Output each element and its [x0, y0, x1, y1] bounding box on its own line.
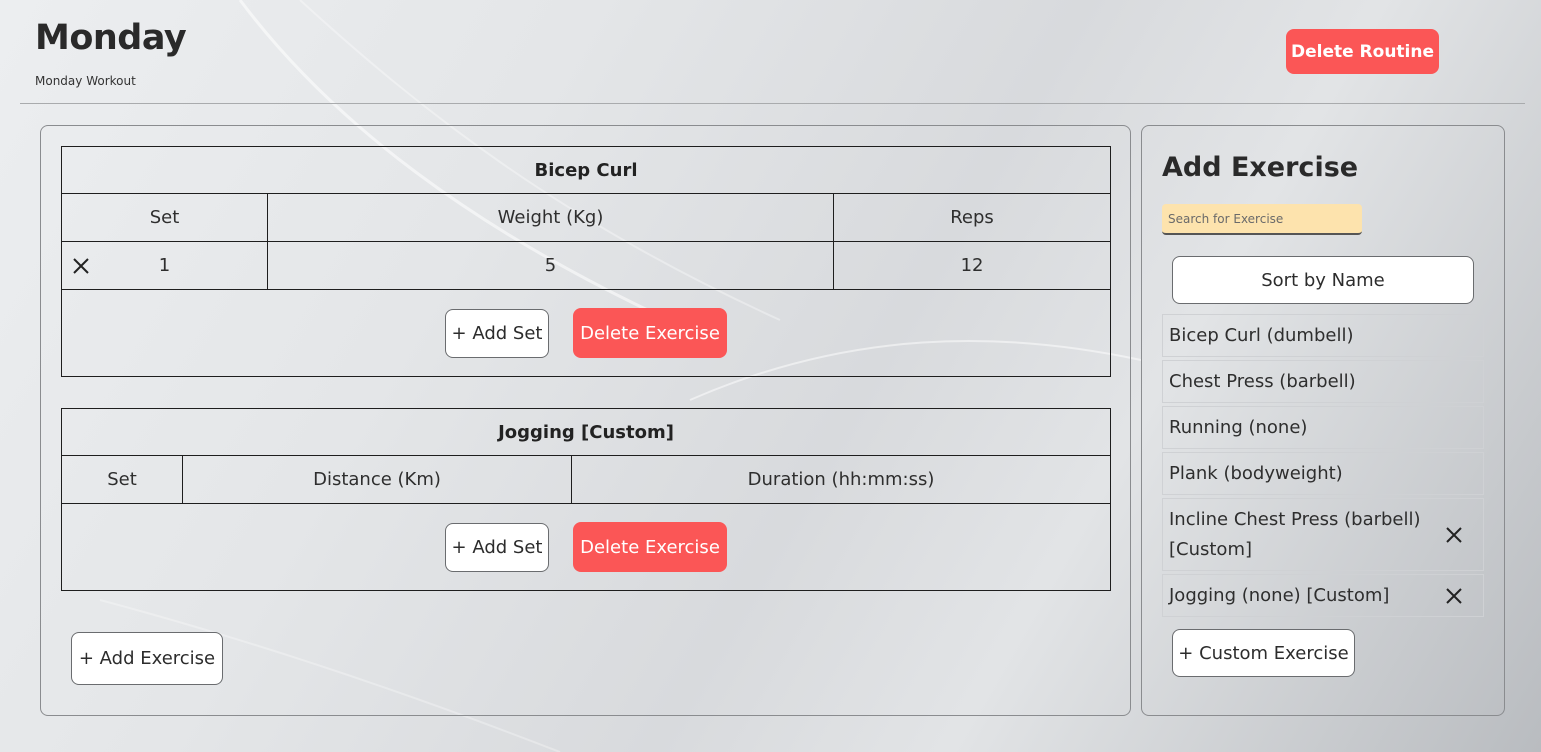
exercise-table-bicep-curl: Bicep Curl Set Weight (Kg) Reps 1 5 12 +… [60, 146, 1112, 377]
page-title: Monday [35, 18, 187, 58]
column-header-set: Set [61, 455, 183, 504]
exercise-name: Jogging [Custom] [60, 408, 1112, 456]
exercise-actions: + Add Set Delete Exercise [60, 503, 1112, 591]
exercise-search-input[interactable] [1162, 204, 1362, 235]
header-divider [20, 103, 1525, 104]
exercise-item-label: Running (none) [1169, 417, 1308, 438]
exercise-actions: + Add Set Delete Exercise [60, 289, 1112, 377]
exercise-item-label: Plank (bodyweight) [1169, 463, 1343, 484]
column-header-reps: Reps [832, 193, 1112, 242]
column-header-set: Set [61, 193, 268, 242]
set-number: 1 [158, 255, 171, 276]
close-icon[interactable] [1445, 587, 1463, 605]
list-item[interactable]: Incline Chest Press (barbell) [Custom] [1162, 498, 1484, 571]
add-set-button[interactable]: + Add Set [445, 308, 550, 358]
column-header-distance: Distance (Km) [182, 455, 572, 504]
set-number-cell: 1 [61, 241, 268, 290]
add-exercise-title: Add Exercise [1162, 152, 1359, 183]
list-item[interactable]: Bicep Curl (dumbell) [1162, 314, 1484, 357]
add-set-button[interactable]: + Add Set [445, 522, 550, 572]
exercise-table-jogging: Jogging [Custom] Set Distance (Km) Durat… [60, 408, 1112, 591]
list-item[interactable]: Chest Press (barbell) [1162, 360, 1484, 403]
close-icon[interactable] [72, 257, 90, 275]
exercise-list: Bicep Curl (dumbell) Chest Press (barbel… [1162, 314, 1484, 620]
add-exercise-button[interactable]: + Add Exercise [71, 632, 223, 685]
close-icon[interactable] [1445, 526, 1463, 544]
list-item[interactable]: Jogging (none) [Custom] [1162, 574, 1484, 617]
delete-exercise-button[interactable]: Delete Exercise [573, 522, 728, 572]
custom-exercise-button[interactable]: + Custom Exercise [1172, 629, 1355, 677]
routine-exercises-panel: Bicep Curl Set Weight (Kg) Reps 1 5 12 +… [40, 125, 1131, 716]
add-exercise-panel: Add Exercise Sort by Name Bicep Curl (du… [1141, 125, 1505, 716]
exercise-name: Bicep Curl [60, 146, 1112, 194]
list-item[interactable]: Running (none) [1162, 406, 1484, 449]
reps-cell[interactable]: 12 [832, 241, 1112, 290]
column-header-weight: Weight (Kg) [267, 193, 834, 242]
exercise-item-label: Jogging (none) [Custom] [1169, 585, 1390, 606]
exercise-item-label: Chest Press (barbell) [1169, 371, 1356, 392]
column-header-duration: Duration (hh:mm:ss) [570, 455, 1112, 504]
exercise-item-label: Bicep Curl (dumbell) [1169, 325, 1354, 346]
list-item[interactable]: Plank (bodyweight) [1162, 452, 1484, 495]
page-subtitle: Monday Workout [35, 74, 136, 88]
weight-cell[interactable]: 5 [267, 241, 834, 290]
sort-by-name-button[interactable]: Sort by Name [1172, 256, 1474, 304]
routine-header: Monday Monday Workout Delete Routine [0, 0, 1541, 104]
delete-exercise-button[interactable]: Delete Exercise [573, 308, 728, 358]
set-row: 1 5 12 [61, 241, 1112, 290]
exercise-item-label: Incline Chest Press (barbell) [Custom] [1169, 508, 1421, 560]
delete-routine-button[interactable]: Delete Routine [1286, 29, 1439, 74]
